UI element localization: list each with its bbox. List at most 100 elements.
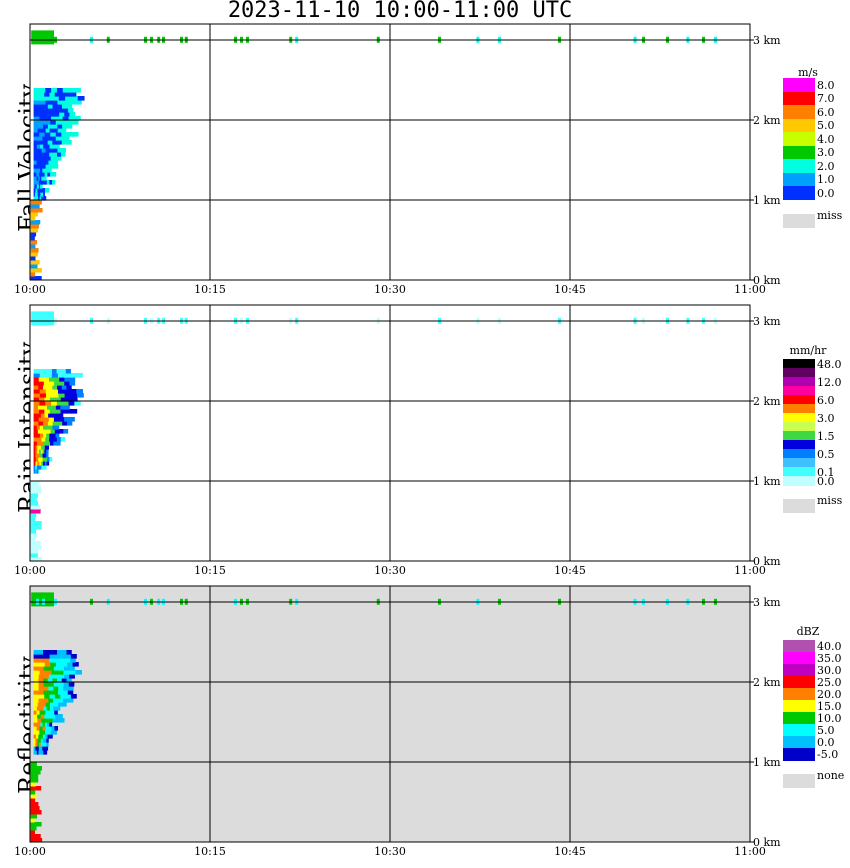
echo-cell xyxy=(57,124,63,129)
echo-cell xyxy=(61,662,68,667)
echo-cell xyxy=(75,100,82,105)
echo-cell xyxy=(40,714,45,719)
echo-cell xyxy=(38,654,45,659)
legend-level-label: 7.0 xyxy=(817,92,835,106)
echo-cell xyxy=(38,682,45,687)
echo-cell xyxy=(64,666,70,671)
echo-cell-low xyxy=(30,553,38,558)
echo-cell xyxy=(52,650,58,655)
echo-cell xyxy=(48,168,52,173)
echo-cell xyxy=(43,421,49,426)
echo-cell xyxy=(57,104,63,109)
echo-cell xyxy=(33,429,39,434)
echo-cell xyxy=(39,96,47,101)
echo-cell xyxy=(61,148,66,153)
echo-cell xyxy=(54,112,60,117)
echo-cell xyxy=(48,112,55,117)
echo-cell xyxy=(53,730,58,735)
echo-cell xyxy=(48,690,54,695)
echo-cell xyxy=(33,413,38,418)
echo-cell xyxy=(45,88,52,93)
echo-cell xyxy=(49,152,54,157)
echo-cell xyxy=(64,373,71,378)
echo-cell xyxy=(45,373,53,378)
echo-cell xyxy=(33,96,41,101)
echo-cell xyxy=(37,128,43,133)
echo-cell xyxy=(46,188,50,193)
legend-level-label: 15.0 xyxy=(817,700,842,713)
legend-level-label: 2.0 xyxy=(817,159,835,173)
echo-cell-low xyxy=(30,236,35,241)
echo-cell xyxy=(49,694,56,699)
echo-cell xyxy=(68,682,75,687)
legend-level-label: 30.0 xyxy=(817,664,842,677)
legend-level-label: -5.0 xyxy=(817,748,839,761)
echo-cell xyxy=(33,666,40,671)
echo-cell xyxy=(62,401,70,406)
echo-cell xyxy=(43,674,50,679)
echo-cell xyxy=(60,718,65,723)
legend-swatch xyxy=(783,78,815,92)
y-tick-label: 0 km xyxy=(753,836,781,849)
echo-cell xyxy=(44,662,51,667)
echo-cell xyxy=(49,437,54,442)
echo-cell xyxy=(47,369,53,374)
echo-cell xyxy=(65,694,72,699)
echo-cell xyxy=(56,718,61,723)
echo-cell xyxy=(71,409,78,414)
echo-cell xyxy=(42,369,48,374)
echo-cell-low xyxy=(30,497,37,502)
echo-cell-low xyxy=(30,212,38,217)
echo-cell xyxy=(33,124,39,129)
echo-cell xyxy=(48,377,55,382)
echo-cell xyxy=(66,132,74,137)
echo-cell xyxy=(54,160,58,165)
x-tick-label: 10:45 xyxy=(554,845,586,858)
echo-cell xyxy=(48,108,54,113)
echo-cell xyxy=(49,734,53,739)
echo-cell xyxy=(70,389,77,394)
echo-cell xyxy=(76,373,83,378)
echo-cell xyxy=(53,417,60,422)
echo-cell xyxy=(56,401,64,406)
echo-cell xyxy=(48,674,55,679)
echo-cell xyxy=(33,88,41,93)
echo-cell xyxy=(62,698,69,703)
echo-cell xyxy=(47,140,53,145)
echo-cell xyxy=(60,136,66,141)
legend-level-label: 0.0 xyxy=(817,474,835,488)
echo-cell xyxy=(54,726,59,731)
echo-cell xyxy=(33,421,39,426)
echo-cell xyxy=(33,104,39,109)
echo-cell-low xyxy=(30,200,42,205)
echo-cell-low xyxy=(30,798,36,803)
legend-swatch xyxy=(783,186,815,200)
echo-cell xyxy=(57,702,63,707)
echo-cell xyxy=(54,694,61,699)
echo-cell xyxy=(52,718,57,723)
legend-level-label: 0.0 xyxy=(817,186,835,200)
echo-cell xyxy=(49,654,56,659)
legend-swatch xyxy=(783,676,815,689)
echo-cell-low xyxy=(30,766,43,771)
echo-cell xyxy=(54,658,61,663)
legend-swatch xyxy=(783,688,815,701)
echo-cell xyxy=(46,405,53,410)
echo-cell xyxy=(62,690,69,695)
echo-cell xyxy=(74,88,81,93)
echo-cell xyxy=(54,92,61,97)
echo-cell xyxy=(43,666,50,671)
echo-cell xyxy=(37,152,43,157)
echo-cell xyxy=(61,132,68,137)
echo-cell xyxy=(70,658,76,663)
echo-cell xyxy=(64,389,71,394)
echo-cell xyxy=(62,124,68,129)
echo-cell xyxy=(61,104,68,109)
echo-cell xyxy=(64,405,70,410)
echo-cell xyxy=(64,658,71,663)
echo-cell xyxy=(55,413,60,418)
echo-cell xyxy=(33,128,39,133)
echo-cell xyxy=(48,698,54,703)
echo-cell xyxy=(33,674,40,679)
echo-cell xyxy=(33,132,40,137)
